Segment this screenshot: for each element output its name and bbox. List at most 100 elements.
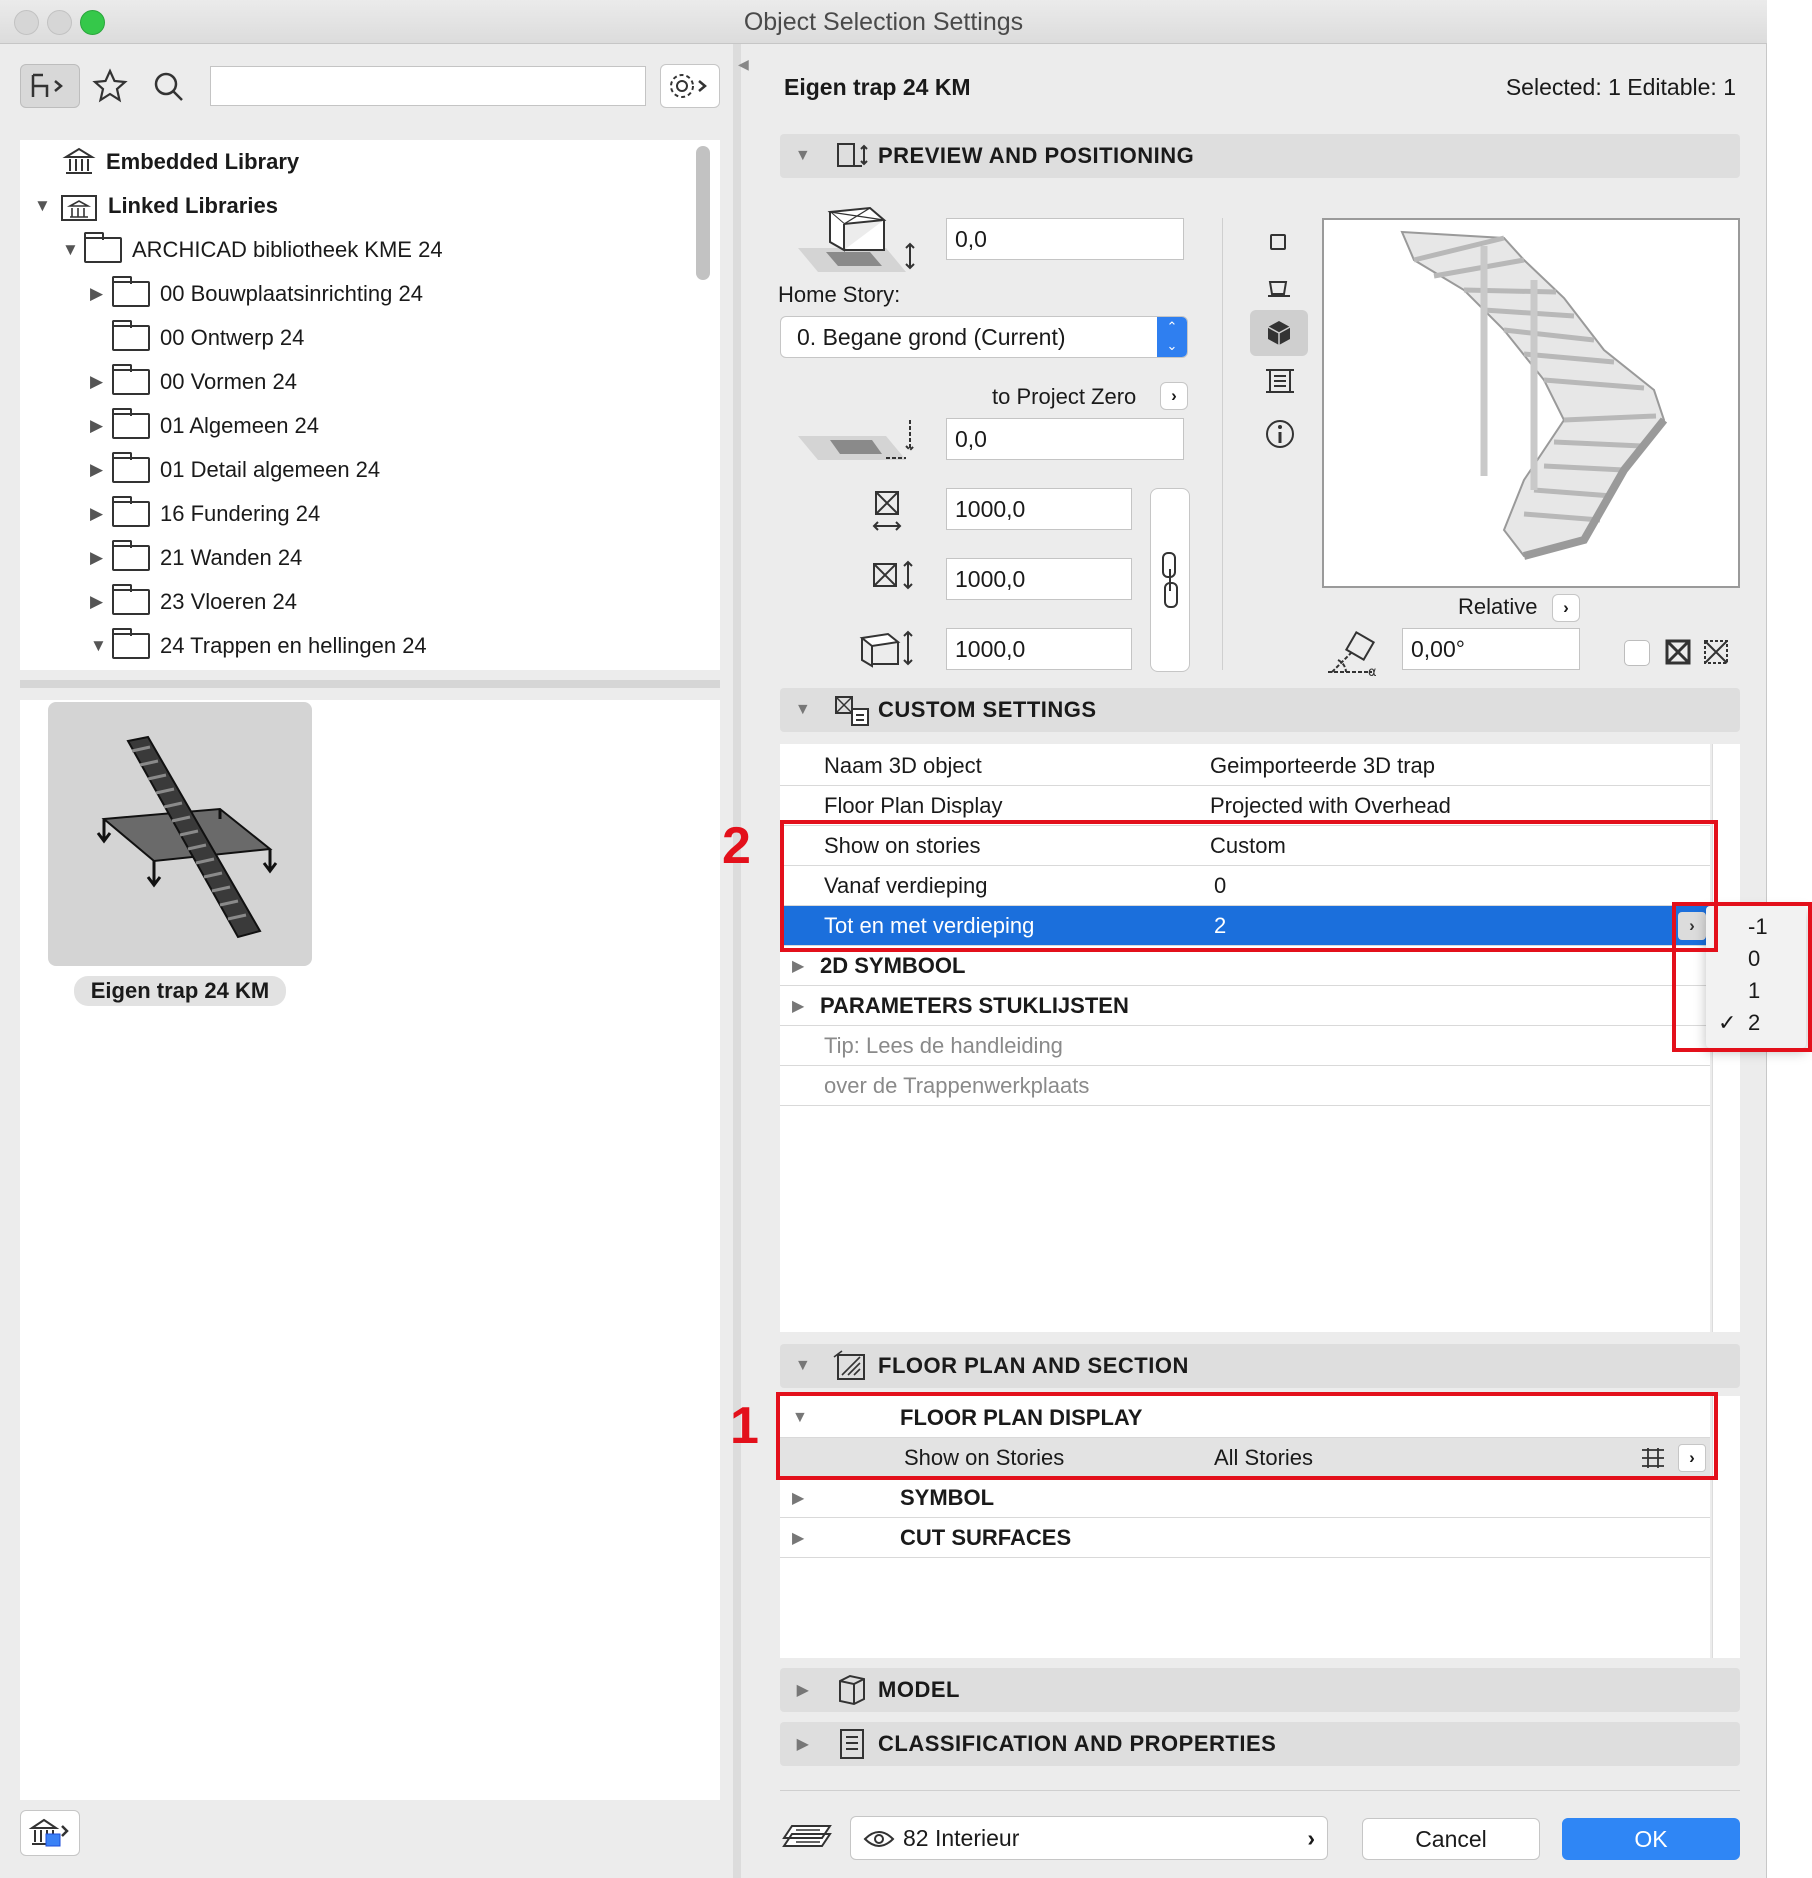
straight-stair-icon xyxy=(96,735,278,939)
story-offset-field[interactable]: 0,0 xyxy=(946,218,1184,260)
expanded-arrow-icon[interactable]: ▼ xyxy=(90,636,112,656)
relative-button[interactable]: › xyxy=(1552,594,1580,622)
3d-view-button[interactable] xyxy=(1250,310,1308,356)
collapsed-arrow-icon: ▶ xyxy=(792,1529,805,1547)
expanded-arrow-icon[interactable]: ▼ xyxy=(34,196,56,216)
search-icon[interactable] xyxy=(152,70,186,104)
tree-item-folder[interactable]: ▶ 01 Detail algemeen 24 xyxy=(90,448,380,492)
minimize-window-button[interactable] xyxy=(47,10,72,35)
library-manager-button[interactable] xyxy=(20,1810,80,1856)
close-window-button[interactable] xyxy=(14,10,39,35)
expanded-arrow-icon: ▼ xyxy=(794,1357,812,1374)
ok-button[interactable]: OK xyxy=(1562,1818,1740,1860)
collapsed-arrow-icon[interactable]: ▶ xyxy=(90,284,112,304)
tree-item-folder[interactable]: ▶ 01 Algemeen 24 xyxy=(90,404,319,448)
collapsed-arrow-icon: ▶ xyxy=(796,1682,810,1699)
group-parameters-stuklijsten[interactable]: ▶ PARAMETERS STUKLIJSTEN xyxy=(780,986,1710,1026)
annotation-box-dropdown xyxy=(1672,902,1812,1052)
object-thumbnail[interactable] xyxy=(48,702,312,966)
section-floor-plan-and-section[interactable]: ▼ FLOOR PLAN AND SECTION xyxy=(780,1344,1740,1388)
width-field[interactable]: 1000,0 xyxy=(946,488,1132,530)
home-story-label: Home Story: xyxy=(778,282,901,307)
height-field[interactable]: 1000,0 xyxy=(946,628,1132,670)
rotation-angle-field[interactable]: 0,00° xyxy=(1402,628,1580,670)
tree-item-folder[interactable]: ▼ 24 Trappen en hellingen 24 xyxy=(90,624,427,668)
home-story-select[interactable]: 0. Begane grond (Current) ⌃ ⌄ xyxy=(780,316,1188,358)
proportion-chain-button[interactable] xyxy=(1150,488,1190,672)
floor-plan-section-icon xyxy=(833,1350,865,1380)
tree-item-folder[interactable]: ▶ 21 Wanden 24 xyxy=(90,536,302,580)
tree-item-label: 00 Vormen 24 xyxy=(160,369,297,394)
section-preview-and-positioning[interactable]: ▼ PREVIEW AND POSITIONING xyxy=(780,134,1740,178)
width-icon xyxy=(872,491,902,531)
tree-item-folder[interactable]: ▶ 00 Bouwplaatsinrichting 24 xyxy=(90,272,423,316)
object-title: Eigen trap 24 KM xyxy=(784,74,971,100)
gear-icon xyxy=(670,74,707,98)
tree-item-linked-libraries[interactable]: ▼ Linked Libraries xyxy=(34,184,278,228)
floor-plan-view-icon[interactable] xyxy=(1266,278,1292,300)
tree-item-folder[interactable]: ▶ 23 Vloeren 24 xyxy=(90,580,297,624)
tree-scrollbar[interactable] xyxy=(696,146,710,280)
tree-item-folder[interactable]: ▶ 00 Vormen 24 xyxy=(90,360,297,404)
mirror-icon[interactable] xyxy=(1664,638,1692,666)
selected-count: Selected: 1 Editable: 1 xyxy=(1505,74,1736,100)
tree-item-embedded-library[interactable]: Embedded Library xyxy=(62,140,299,184)
tree-item-label: 01 Algemeen 24 xyxy=(160,413,320,438)
expanded-arrow-icon: ▼ xyxy=(794,147,812,164)
group-cut-surfaces[interactable]: ▶ CUT SURFACES xyxy=(780,1518,1710,1558)
tree-item-folder[interactable]: 00 Ontwerp 24 xyxy=(90,316,304,360)
collapsed-arrow-icon[interactable]: ▶ xyxy=(90,592,112,612)
zoom-window-button[interactable] xyxy=(80,10,105,35)
info-icon[interactable] xyxy=(1264,418,1296,450)
tree-item-label: 16 Fundering 24 xyxy=(160,501,321,526)
group-2d-symbool[interactable]: ▶ 2D SYMBOOL xyxy=(780,946,1710,986)
param-row[interactable]: Naam 3D object Geimporteerde 3D trap xyxy=(780,746,1710,786)
folder-icon xyxy=(112,496,150,527)
folder-icon xyxy=(112,628,150,659)
height-icon xyxy=(859,630,913,668)
section-model[interactable]: ▶ MODEL xyxy=(780,1668,1740,1712)
tree-item-label: 01 Detail algemeen 24 xyxy=(160,457,381,482)
layer-icon xyxy=(782,1825,832,1847)
preview-positioning-icon xyxy=(837,143,868,167)
expanded-arrow-icon[interactable]: ▼ xyxy=(62,240,84,260)
collapsed-arrow-icon[interactable]: ▶ xyxy=(90,460,112,480)
tree-item-archicad-bibliotheek[interactable]: ▼ ARCHICAD bibliotheek KME 24 xyxy=(62,228,443,272)
annotation-box-1 xyxy=(776,1392,1718,1480)
model-cube-icon xyxy=(839,1674,865,1706)
section-title: FLOOR PLAN AND SECTION xyxy=(878,1353,1189,1378)
collapsed-arrow-icon[interactable]: ▶ xyxy=(90,416,112,436)
tree-item-label: Embedded Library xyxy=(106,149,300,174)
library-settings-button[interactable] xyxy=(660,64,720,108)
pane-splitter[interactable] xyxy=(20,680,720,688)
collapsed-arrow-icon: ▶ xyxy=(792,1489,805,1507)
cancel-button[interactable]: Cancel xyxy=(1362,1818,1540,1860)
star-icon[interactable] xyxy=(92,68,128,104)
mirrored-icon[interactable] xyxy=(1702,638,1730,666)
group-symbol[interactable]: ▶ SYMBOL xyxy=(780,1478,1710,1518)
section-classification-and-properties[interactable]: ▶ CLASSIFICATION AND PROPERTIES xyxy=(780,1722,1740,1766)
section-view-icon[interactable] xyxy=(1264,366,1296,396)
relative-label: Relative xyxy=(1458,594,1538,619)
tree-item-label: Linked Libraries xyxy=(108,193,278,218)
collapse-arrow-icon[interactable]: ◀ xyxy=(738,56,749,73)
preview-mode-button[interactable] xyxy=(1270,234,1286,250)
project-zero-field[interactable]: 0,0 xyxy=(946,418,1184,460)
pane-divider[interactable] xyxy=(733,44,741,1878)
library-search-input[interactable] xyxy=(210,66,646,106)
library-view-switch-button[interactable] xyxy=(20,64,80,108)
to-project-zero-button[interactable]: › xyxy=(1160,382,1188,410)
section-custom-settings[interactable]: ▼ CUSTOM SETTINGS xyxy=(780,688,1740,732)
mirror-checkbox[interactable] xyxy=(1624,640,1650,666)
tip-row: Tip: Lees de handleiding xyxy=(780,1026,1710,1066)
depth-field[interactable]: 1000,0 xyxy=(946,558,1132,600)
tree-item-folder[interactable]: ▶ 16 Fundering 24 xyxy=(90,492,320,536)
layer-select[interactable]: 82 Interieur › xyxy=(850,1816,1328,1860)
folder-icon xyxy=(112,276,150,307)
collapsed-arrow-icon: ▶ xyxy=(792,997,805,1015)
collapsed-arrow-icon[interactable]: ▶ xyxy=(90,548,112,568)
collapsed-arrow-icon[interactable]: ▶ xyxy=(90,372,112,392)
collapsed-arrow-icon[interactable]: ▶ xyxy=(90,504,112,524)
chevron-right-icon: › xyxy=(1307,1824,1315,1851)
to-project-zero-label: to Project Zero xyxy=(992,384,1137,409)
